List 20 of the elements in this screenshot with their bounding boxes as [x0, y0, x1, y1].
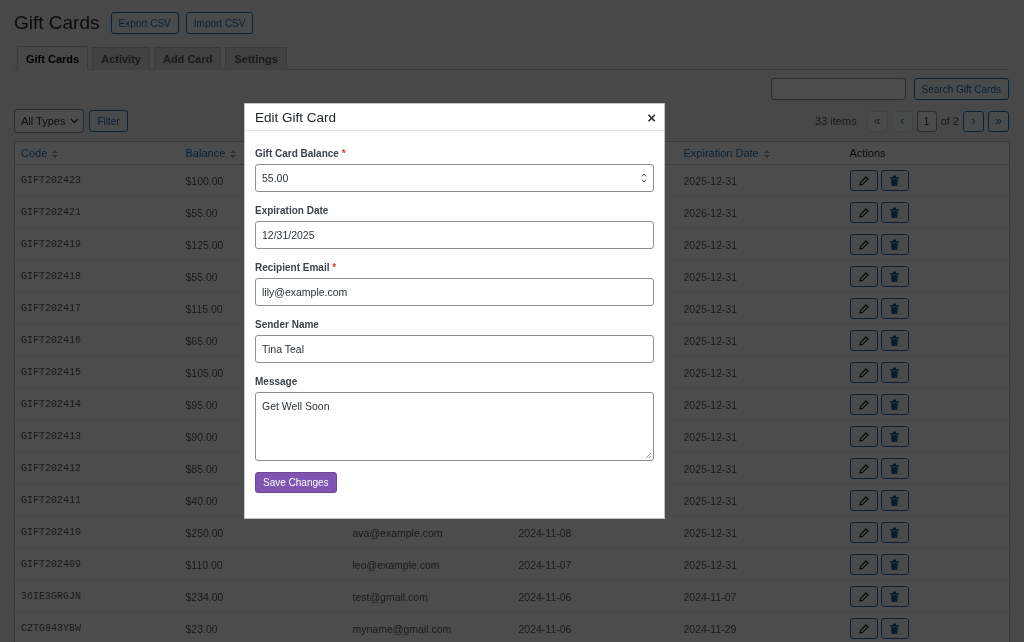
field-label: Message: [255, 375, 298, 387]
column-header: Actions: [849, 147, 886, 159]
field-label: Sender Name: [255, 318, 319, 330]
column-header[interactable]: Balance: [185, 146, 226, 159]
column-header[interactable]: Code: [21, 146, 48, 159]
input-field[interactable]: 12/31/2025: [255, 221, 654, 249]
page-title: Gift Cards: [14, 12, 100, 34]
field-label: Recipient Email *: [255, 261, 337, 273]
column-header[interactable]: Expiration Date: [683, 146, 759, 159]
close-button[interactable]: ×: [647, 109, 656, 125]
field-label: Expiration Date: [255, 204, 329, 216]
input-field[interactable]: Tina Teal: [255, 335, 654, 363]
field-label: Gift Card Balance *: [255, 147, 346, 159]
spinner-icon[interactable]: [641, 173, 647, 183]
dialog-title: Edit Gift Card: [255, 109, 337, 125]
number-field[interactable]: 55.00: [255, 164, 654, 192]
save-button[interactable]: Save Changes: [255, 472, 337, 493]
input-field[interactable]: lily@example.com: [255, 278, 654, 306]
resize-handle-icon[interactable]: [644, 451, 652, 459]
message-field[interactable]: Get Well Soon: [255, 392, 654, 461]
